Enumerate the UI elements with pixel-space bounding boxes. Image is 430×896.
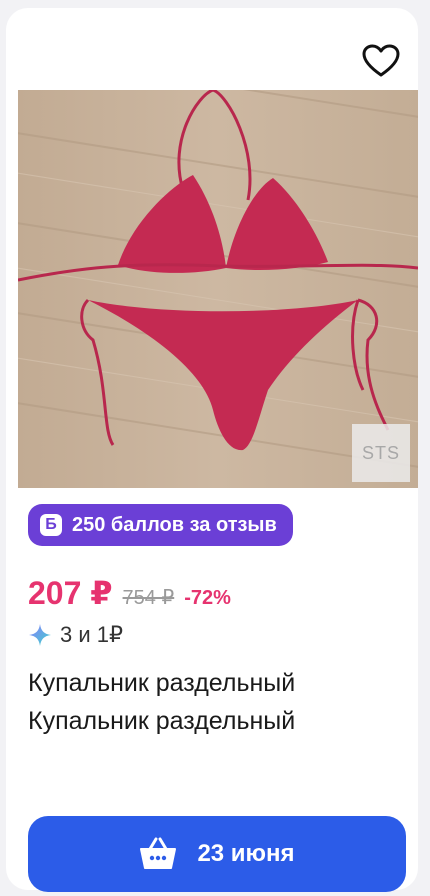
badge-text: 250 баллов за отзыв	[72, 513, 277, 536]
product-title[interactable]: Купальник раздельный Купальник раздельны…	[28, 664, 408, 740]
current-price: 207 ₽	[28, 575, 113, 611]
product-card[interactable]: STS Б 250 баллов за отзыв 207 ₽ 754 ₽ -7…	[6, 8, 418, 892]
promo-row: 3 и 1₽	[28, 622, 123, 648]
promo-text: 3 и 1₽	[60, 622, 123, 647]
watermark-logo: STS	[352, 424, 410, 482]
review-points-badge: Б 250 баллов за отзыв	[28, 504, 293, 546]
basket-icon	[140, 837, 177, 869]
heart-icon	[362, 44, 400, 77]
sparkle-icon	[29, 624, 51, 646]
title-line-1: Купальник раздельный	[28, 669, 296, 697]
add-to-cart-button[interactable]: 23 июня	[28, 816, 406, 892]
cart-button-label: 23 июня	[197, 840, 295, 867]
favorite-button[interactable]	[360, 42, 402, 80]
discount-percent: -72%	[184, 587, 231, 609]
points-icon: Б	[40, 514, 62, 536]
price-row: 207 ₽ 754 ₽ -72%	[28, 574, 231, 612]
product-image[interactable]: STS	[18, 90, 418, 488]
old-price: 754 ₽	[122, 587, 175, 609]
title-line-2: Купальник раздельный	[28, 707, 296, 735]
